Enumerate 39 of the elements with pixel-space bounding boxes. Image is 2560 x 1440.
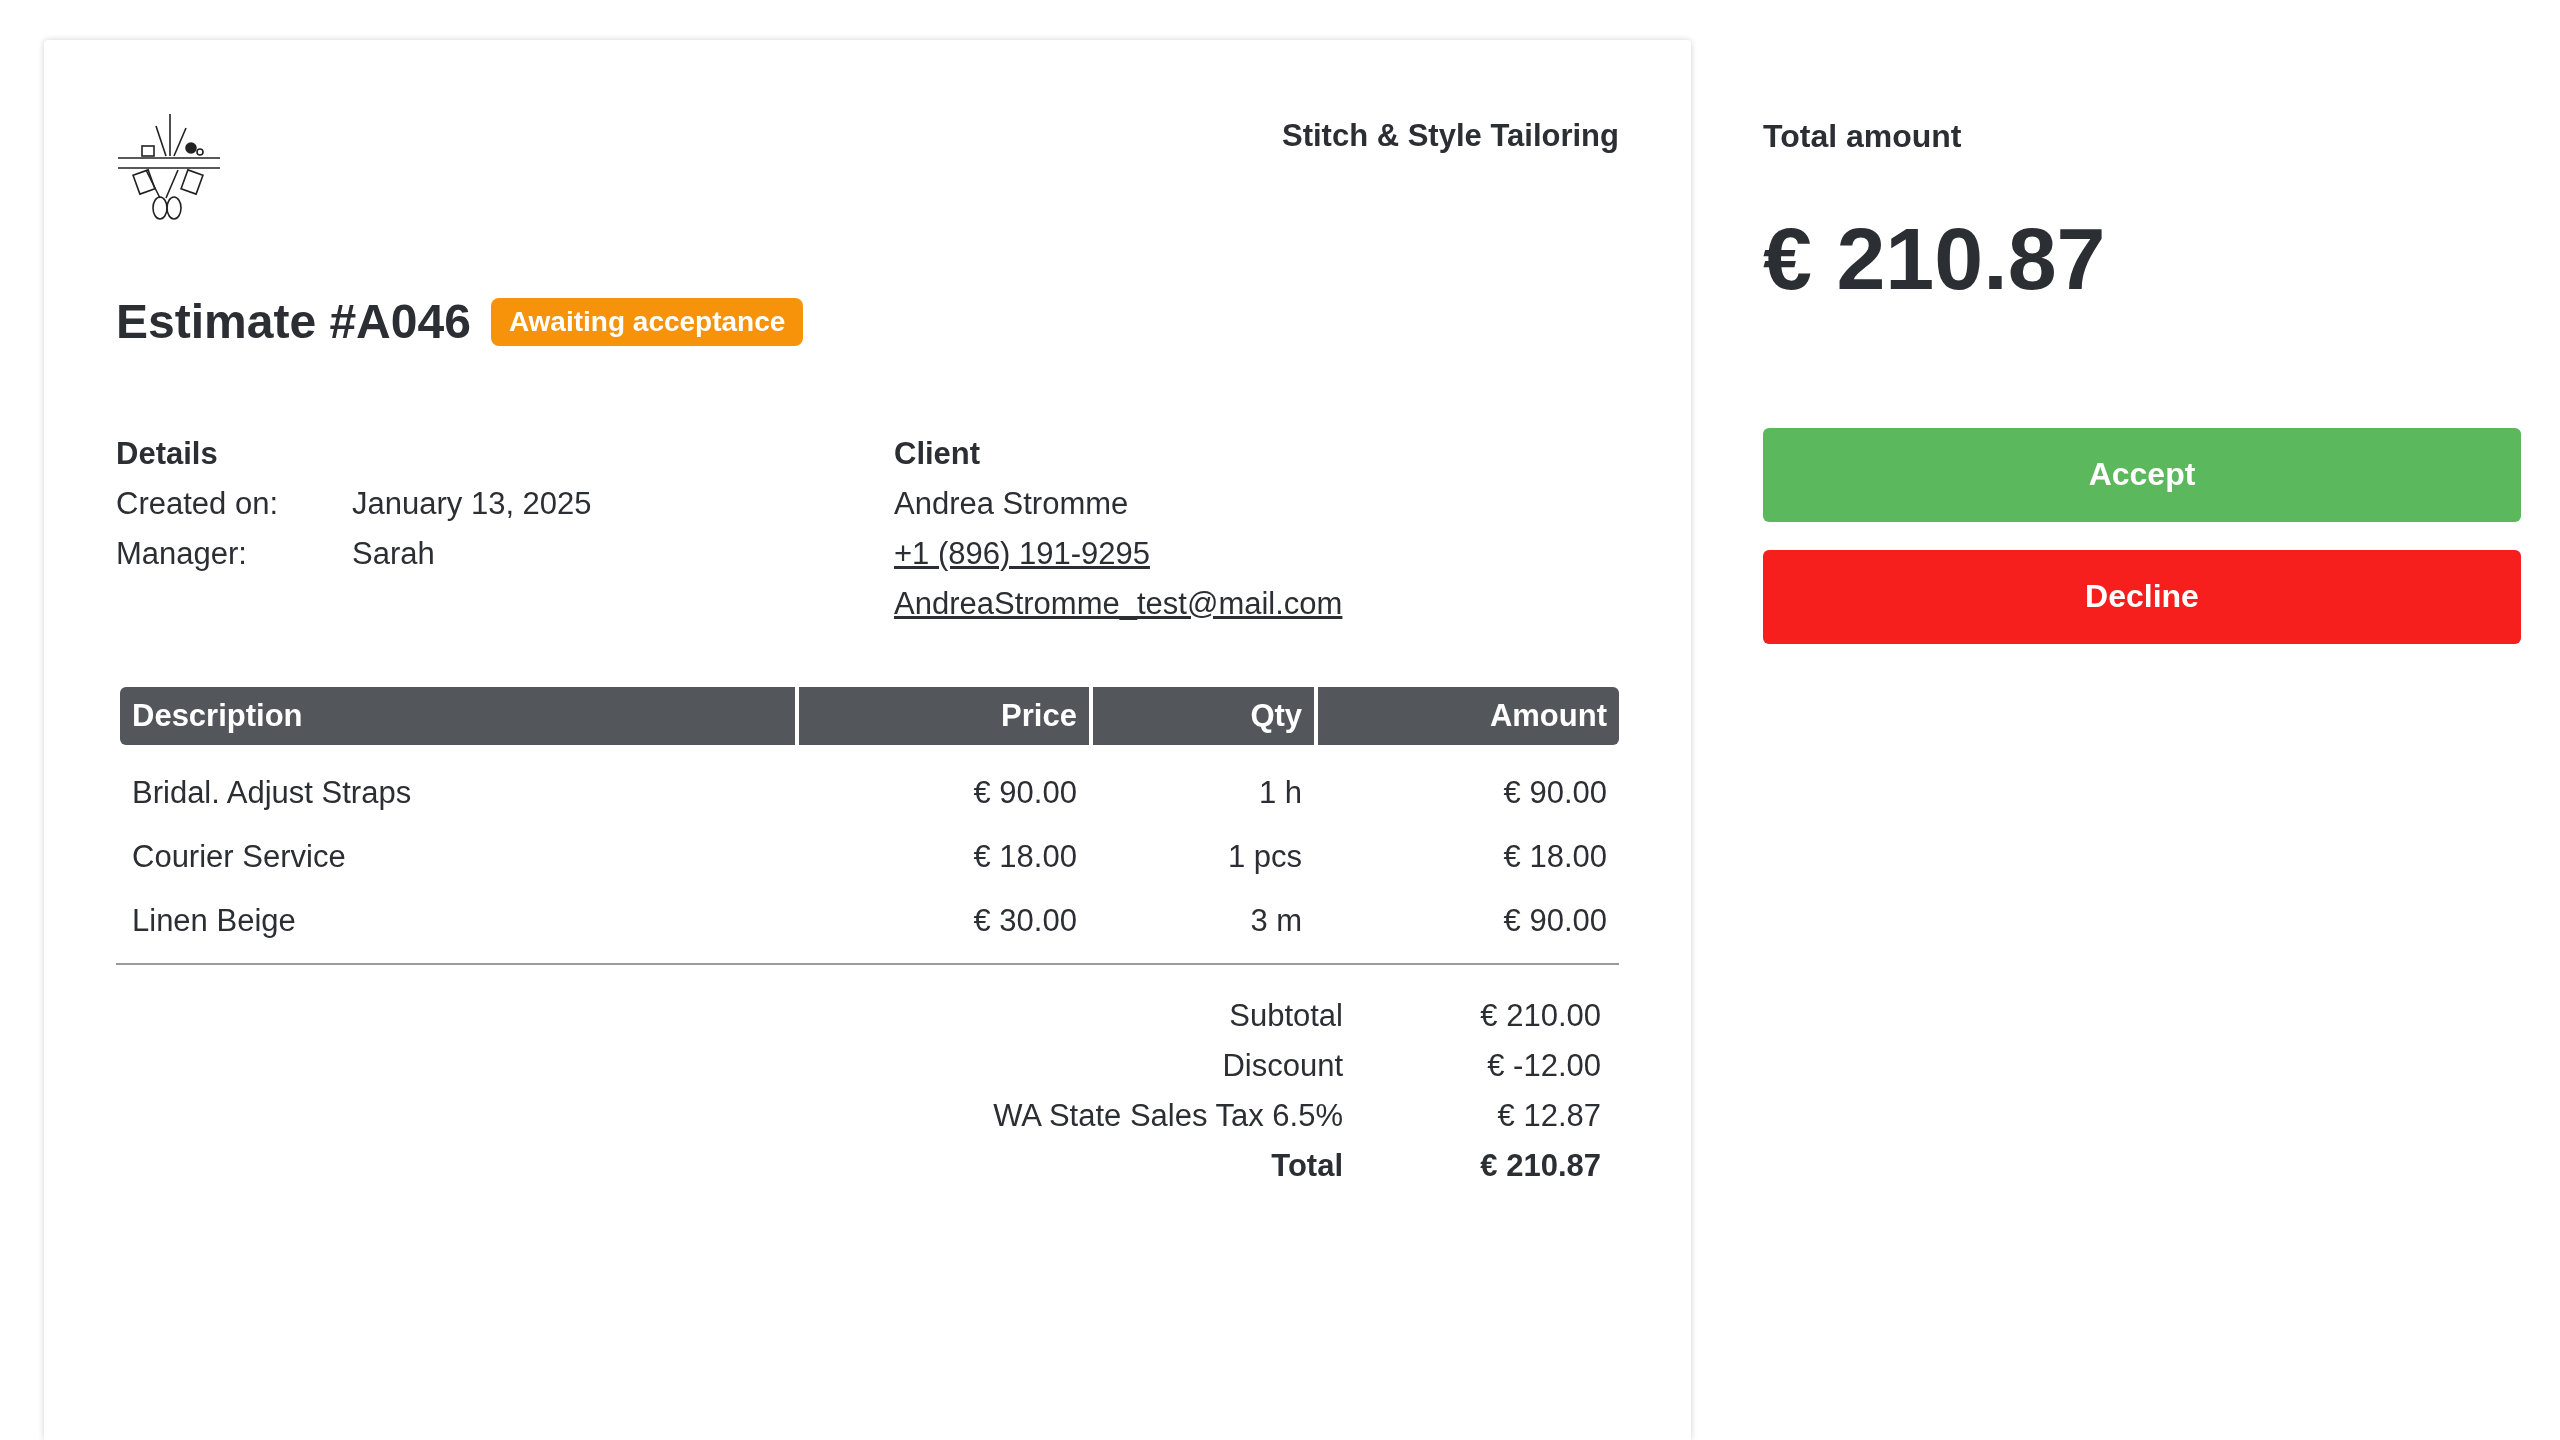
table-cell: € 18.00 xyxy=(1503,839,1607,874)
table-cell: Linen Beige xyxy=(132,903,296,938)
total-label: Total xyxy=(1270,1147,1343,1185)
column-header: Qty xyxy=(1092,687,1315,745)
detail-label: Manager: xyxy=(116,535,248,573)
table-cell: € 90.00 xyxy=(1503,903,1607,938)
column-header: Price xyxy=(798,687,1089,745)
total-value: € 12.87 xyxy=(1496,1097,1601,1135)
details-heading: Details xyxy=(116,435,219,473)
company-name: Stitch & Style Tailoring xyxy=(1281,117,1619,154)
total-value: € -12.00 xyxy=(1486,1047,1601,1085)
table-cell: € 18.00 xyxy=(973,839,1077,874)
total-amount-heading: Total amount xyxy=(1763,117,1962,155)
column-header: Description xyxy=(120,687,795,745)
total-value: € 210.87 xyxy=(1479,1147,1601,1185)
table-cell: Bridal. Adjust Straps xyxy=(132,775,412,810)
client-heading: Client xyxy=(894,435,982,473)
table-cell: 1 h xyxy=(1259,775,1303,810)
column-header: Amount xyxy=(1318,687,1619,745)
decline-button[interactable]: Decline xyxy=(1763,549,2521,644)
detail-label: Created on: xyxy=(116,485,279,523)
table-cell: 3 m xyxy=(1250,903,1303,938)
table-cell: 1 pcs xyxy=(1228,839,1303,874)
table-cell: Courier Service xyxy=(132,839,346,874)
client-name: Andrea Stromme xyxy=(894,485,1129,523)
estimate-title: Estimate #A046 xyxy=(116,294,471,349)
table-cell: € 30.00 xyxy=(973,903,1077,938)
email-link[interactable]: AndreaStromme_test@mail.com xyxy=(894,579,1343,629)
total-value: € 210.00 xyxy=(1479,997,1601,1035)
table-cell: € 90.00 xyxy=(1503,775,1607,810)
total-label: WA State Sales Tax 6.5% xyxy=(993,1097,1343,1135)
detail-value: Sarah xyxy=(352,535,436,573)
phone-link[interactable]: +1 (896) 191-9295 xyxy=(894,529,1150,579)
detail-value: January 13, 2025 xyxy=(352,485,592,523)
total-amount: € 210.87 xyxy=(1763,211,2106,308)
total-label: Discount xyxy=(1221,1047,1343,1085)
table-cell: € 90.00 xyxy=(973,775,1077,810)
status-badge: Awaiting acceptance xyxy=(490,297,804,346)
total-label: Subtotal xyxy=(1228,997,1343,1035)
